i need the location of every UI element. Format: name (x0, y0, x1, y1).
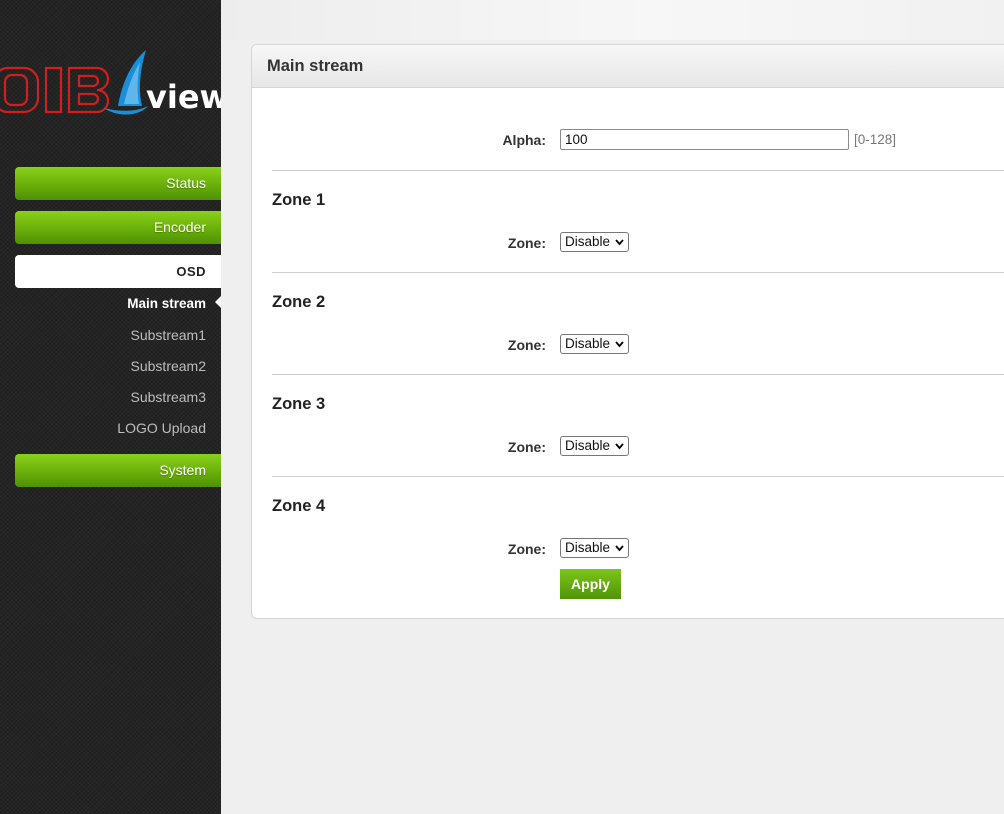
zone-1-select-value: Disable (565, 234, 611, 249)
zone-3-select-value: Disable (565, 438, 611, 453)
zone-4-label: Zone: (507, 541, 546, 557)
zone-3-row: Zone: Disable (252, 436, 1004, 460)
nav-osd-button[interactable]: OSD (15, 255, 221, 288)
divider (272, 170, 1004, 171)
alpha-label: Alpha: (502, 132, 546, 148)
zone-3-select[interactable]: Disable (560, 436, 629, 456)
current-item-pointer (215, 296, 221, 308)
zone-4-select-value: Disable (565, 540, 611, 555)
osd-item-substream1[interactable]: Substream1 (131, 327, 206, 343)
alpha-range-hint: [0-128] (854, 132, 897, 147)
sidebar: view Status Encoder OSD Main stream Subs… (0, 0, 221, 814)
zone-2-select[interactable]: Disable (560, 334, 629, 354)
zone-2-row: Zone: Disable (252, 334, 1004, 358)
osd-item-substream3[interactable]: Substream3 (131, 389, 206, 405)
zone-4-title: Zone 4 (272, 497, 326, 515)
chevron-down-icon (615, 443, 624, 450)
divider (272, 374, 1004, 375)
osd-item-main-stream[interactable]: Main stream (127, 296, 206, 311)
zone-2-title: Zone 2 (272, 293, 326, 311)
zone-1-label: Zone: (507, 235, 546, 251)
chevron-down-icon (615, 545, 624, 552)
zone-1-row: Zone: Disable (252, 232, 1004, 256)
logo-text-view: view (146, 78, 221, 116)
divider (272, 272, 1004, 273)
dibview-logo: view (0, 46, 221, 120)
zone-2-label: Zone: (507, 337, 546, 353)
nav-status-button[interactable]: Status (15, 167, 221, 200)
zone-1-select[interactable]: Disable (560, 232, 629, 252)
osd-item-logo-upload[interactable]: LOGO Upload (117, 420, 206, 436)
divider (272, 476, 1004, 477)
panel-title: Main stream (252, 45, 1004, 88)
top-strip (221, 0, 1004, 40)
chevron-down-icon (615, 341, 624, 348)
zone-3-title: Zone 3 (272, 395, 326, 413)
osd-item-substream2[interactable]: Substream2 (131, 358, 206, 374)
nav-encoder-button[interactable]: Encoder (15, 211, 221, 244)
zone-4-select[interactable]: Disable (560, 538, 629, 558)
alpha-row: Alpha: [0-128] (252, 129, 1004, 153)
alpha-input[interactable] (560, 129, 849, 150)
zone-4-row: Zone: Disable (252, 538, 1004, 562)
zone-3-label: Zone: (507, 439, 546, 455)
nav-system-button[interactable]: System (15, 454, 221, 487)
main-stream-panel: Main stream Alpha: [0-128] Zone 1 Zone: … (251, 44, 1004, 619)
zone-2-select-value: Disable (565, 336, 611, 351)
zone-1-title: Zone 1 (272, 191, 326, 209)
chevron-down-icon (615, 239, 624, 246)
apply-button[interactable]: Apply (560, 569, 621, 599)
